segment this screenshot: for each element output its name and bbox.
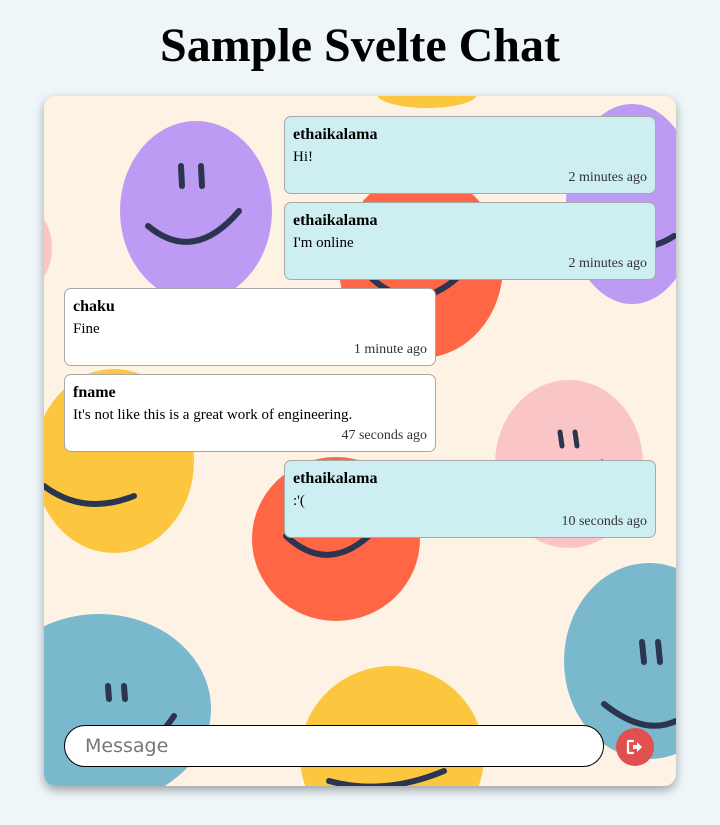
message-timestamp: 2 minutes ago — [568, 256, 647, 271]
message-input[interactable] — [64, 725, 604, 767]
logout-arrow-icon — [626, 739, 644, 755]
message-author: fname — [73, 384, 116, 401]
message-text: It's not like this is a great work of en… — [73, 407, 353, 423]
chat-window: ethaikalama Hi! 2 minutes ago ethaikalam… — [44, 96, 676, 786]
message-author: chaku — [73, 298, 115, 315]
message-author: ethaikalama — [293, 126, 378, 143]
message-timestamp: 47 seconds ago — [341, 428, 427, 443]
message-timestamp: 10 seconds ago — [561, 514, 647, 529]
message-bubble: ethaikalama :'( 10 seconds ago — [284, 460, 656, 538]
message-author: ethaikalama — [293, 212, 378, 229]
send-button[interactable] — [616, 728, 654, 766]
message-author: ethaikalama — [293, 470, 378, 487]
message-bubble: ethaikalama Hi! 2 minutes ago — [284, 116, 656, 194]
message-timestamp: 2 minutes ago — [568, 170, 647, 185]
message-text: :'( — [293, 493, 305, 509]
message-text: Hi! — [293, 149, 313, 165]
message-bubble: chaku Fine 1 minute ago — [64, 288, 436, 366]
message-bubble: fname It's not like this is a great work… — [64, 374, 436, 452]
message-text: I'm online — [293, 235, 354, 251]
message-timestamp: 1 minute ago — [353, 342, 427, 357]
page-title: Sample Svelte Chat — [160, 19, 560, 72]
message-bubble: ethaikalama I'm online 2 minutes ago — [284, 202, 656, 280]
message-text: Fine — [73, 321, 100, 337]
